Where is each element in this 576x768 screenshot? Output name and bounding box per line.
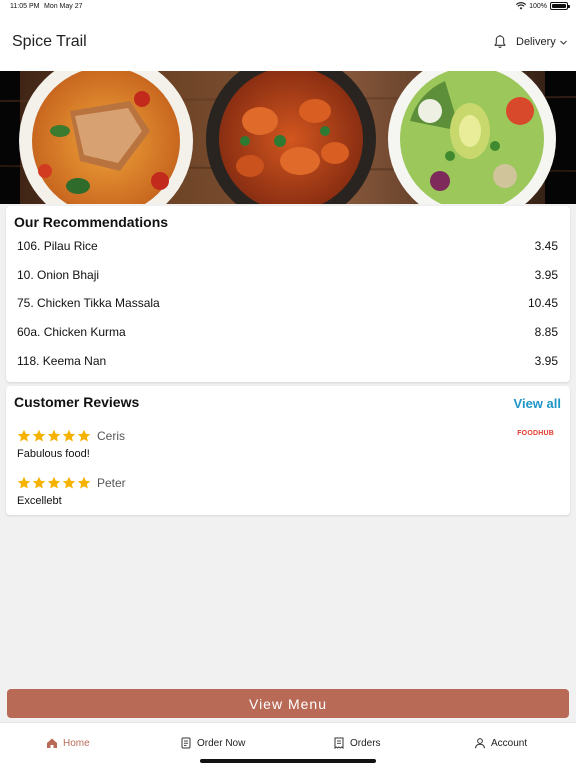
status-bar: 11:05 PM Mon May 27 100% <box>0 0 576 14</box>
menu-item-row[interactable]: 60a. Chicken Kurma 8.85 <box>17 325 558 343</box>
menu-item-price: 3.95 <box>534 354 558 368</box>
tab-label: Home <box>63 737 90 749</box>
star-rating <box>17 429 91 443</box>
foodhub-logo: FOODHUB <box>517 430 554 437</box>
star-icon <box>77 429 91 442</box>
wifi-icon <box>516 2 527 10</box>
recommendations-title: Our Recommendations <box>14 214 169 230</box>
receipt-icon <box>334 737 344 749</box>
tab-label: Order Now <box>197 737 246 749</box>
tab-orders[interactable]: Orders <box>333 737 381 749</box>
reviewer-name: Ceris <box>97 429 126 443</box>
hero-illustration <box>0 71 576 204</box>
menu-item-price: 3.45 <box>534 239 558 253</box>
tab-account[interactable]: Account <box>474 737 527 749</box>
star-icon <box>17 429 31 442</box>
bell-icon[interactable] <box>492 34 508 50</box>
battery-icon <box>550 2 570 10</box>
star-icon <box>77 476 91 489</box>
menu-item-price: 8.85 <box>534 325 558 339</box>
recommendations-card: Our Recommendations 106. Pilau Rice 3.45… <box>6 206 570 382</box>
menu-item-row[interactable]: 118. Keema Nan 3.95 <box>17 354 558 372</box>
star-icon <box>62 476 76 489</box>
reviewer-name: Peter <box>97 476 126 490</box>
review-item: Ceris Fabulous food! <box>17 429 125 460</box>
menu-item-row[interactable]: 106. Pilau Rice 3.45 <box>17 239 558 257</box>
status-date: Mon May 27 <box>44 3 83 10</box>
tab-order-now[interactable]: Order Now <box>180 737 245 749</box>
menu-item-name: 118. Keema Nan <box>17 354 107 368</box>
star-icon <box>47 429 61 442</box>
star-icon <box>32 476 46 489</box>
restaurant-title: Spice Trail <box>12 33 87 50</box>
menu-item-row[interactable]: 75. Chicken Tikka Massala 10.45 <box>17 296 558 314</box>
chevron-down-icon <box>559 40 567 45</box>
star-icon <box>32 429 46 442</box>
user-icon <box>475 738 485 749</box>
hero-food-image <box>0 71 576 204</box>
menu-item-price: 10.45 <box>527 296 558 310</box>
home-icon <box>47 738 57 748</box>
menu-item-name: 106. Pilau Rice <box>17 239 98 253</box>
delivery-selector[interactable]: Delivery <box>516 36 567 48</box>
menu-item-name: 60a. Chicken Kurma <box>17 325 126 339</box>
menu-item-name: 10. Onion Bhaji <box>17 268 100 282</box>
tab-label: Account <box>491 737 528 749</box>
menu-item-price: 3.95 <box>534 268 558 282</box>
reviews-title: Customer Reviews <box>14 394 140 410</box>
battery-fill <box>552 4 566 8</box>
star-icon <box>17 476 31 489</box>
star-icon <box>47 476 61 489</box>
review-text: Fabulous food! <box>17 448 90 460</box>
star-rating <box>17 476 91 490</box>
battery-percent: 100% <box>529 2 547 10</box>
review-item: Peter Excellebt <box>17 476 126 507</box>
tab-home[interactable]: Home <box>46 737 90 749</box>
tab-label: Orders <box>350 737 381 749</box>
review-text: Excellebt <box>17 495 62 507</box>
menu-item-row[interactable]: 10. Onion Bhaji 3.95 <box>17 268 558 286</box>
delivery-label: Delivery <box>516 36 556 48</box>
status-right: 100% <box>516 2 570 10</box>
app-header: Spice Trail Delivery <box>0 14 576 71</box>
star-icon <box>62 429 76 442</box>
status-time: 11:05 PM <box>10 3 40 10</box>
reviews-card: Customer Reviews View all FOODHUB Ceris … <box>6 386 570 515</box>
menu-item-name: 75. Chicken Tikka Massala <box>17 296 160 310</box>
view-all-link[interactable]: View all <box>514 396 561 411</box>
order-icon <box>181 737 191 749</box>
view-menu-button[interactable]: View Menu <box>7 689 569 718</box>
home-indicator <box>200 759 376 763</box>
